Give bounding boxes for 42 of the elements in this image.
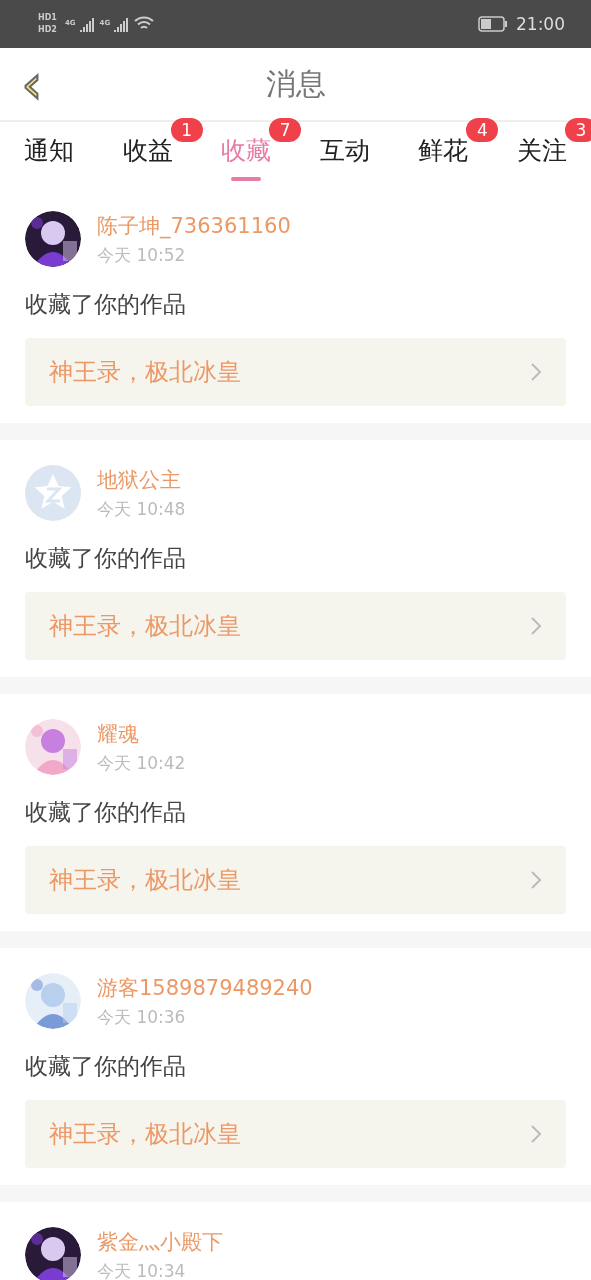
chevron-right-icon bbox=[530, 362, 542, 382]
message-time: 今天 10:48 bbox=[97, 497, 186, 521]
battery-icon bbox=[478, 16, 508, 32]
page-title: 消息 bbox=[265, 64, 326, 103]
tab[interactable]: 鲜花 bbox=[418, 122, 469, 184]
message-time: 今天 10:52 bbox=[97, 243, 187, 267]
tab[interactable]: 关注 bbox=[516, 122, 567, 184]
user-name[interactable]: 陈子坤_736361160 bbox=[97, 211, 291, 240]
chevron-right-icon bbox=[530, 1124, 542, 1144]
hd-indicator: HD2 bbox=[38, 25, 57, 35]
count-badge: 4 bbox=[466, 118, 499, 142]
count-badge: 1 bbox=[170, 118, 203, 142]
message-text: 收藏了你的作品 bbox=[25, 1054, 187, 1078]
back-button[interactable]: ‹ bbox=[14, 62, 50, 106]
hd-indicator: HD1 bbox=[38, 13, 57, 23]
count-badge: 3 bbox=[564, 118, 591, 142]
work-link[interactable]: 神王录，极北冰皇 bbox=[25, 1100, 566, 1168]
tab[interactable]: 通知 bbox=[24, 122, 74, 184]
user-name[interactable]: 耀魂 bbox=[97, 719, 186, 748]
message-text: 收藏了你的作品 bbox=[25, 800, 187, 824]
message-text: 收藏了你的作品 bbox=[25, 546, 187, 570]
user-name[interactable]: 地狱公主 bbox=[97, 465, 186, 494]
user-name[interactable]: 游客1589879489240 bbox=[97, 973, 313, 1002]
chevron-right-icon bbox=[530, 616, 542, 636]
tab-underline bbox=[231, 177, 262, 181]
work-link[interactable]: 神王录，极北冰皇 bbox=[25, 338, 566, 406]
signal-icon bbox=[114, 16, 131, 32]
message-text: 收藏了你的作品 bbox=[25, 292, 187, 316]
work-link[interactable]: 神王录，极北冰皇 bbox=[25, 846, 566, 914]
clock: 21:00 bbox=[516, 14, 565, 34]
default-avatar-icon bbox=[25, 465, 81, 521]
message-time: 今天 10:34 bbox=[97, 1259, 187, 1280]
signal-icon bbox=[79, 16, 96, 32]
work-link[interactable]: 神王录，极北冰皇 bbox=[25, 592, 566, 660]
tab[interactable]: 互动 bbox=[319, 122, 370, 184]
count-badge: 7 bbox=[269, 118, 302, 142]
tab[interactable]: 收藏 bbox=[221, 122, 272, 184]
message-time: 今天 10:42 bbox=[97, 751, 186, 775]
user-name[interactable]: 紫金灬小殿下 bbox=[97, 1227, 223, 1256]
tab[interactable]: 收益 bbox=[122, 122, 173, 184]
message-time: 今天 10:36 bbox=[97, 1005, 187, 1029]
chevron-right-icon bbox=[530, 870, 542, 890]
